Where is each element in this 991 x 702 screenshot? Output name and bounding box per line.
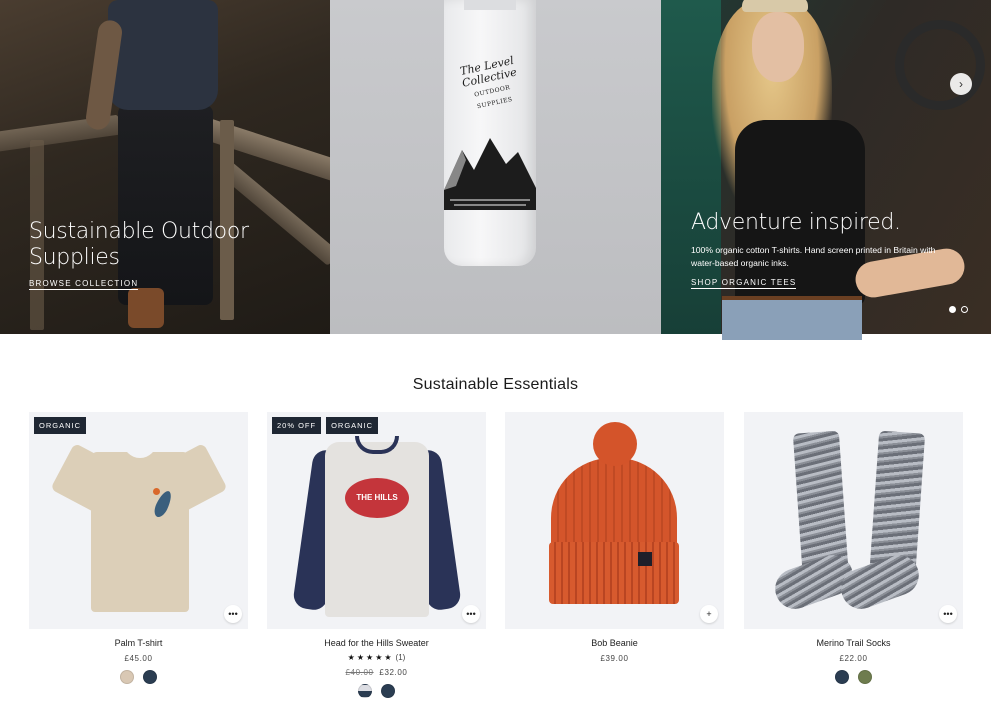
hiker-torso <box>108 0 218 110</box>
product-price: £39.00 <box>505 654 724 663</box>
carousel-next-button[interactable]: › <box>950 73 972 95</box>
price-current: £22.00 <box>839 654 868 663</box>
price-current: £32.00 <box>379 668 408 677</box>
product-name[interactable]: Merino Trail Socks <box>744 638 963 648</box>
product-image-palm-tshirt[interactable]: ORGANIC ••• <box>29 412 248 629</box>
browse-collection-link[interactable]: BROWSE COLLECTION <box>29 279 139 290</box>
price-current: £45.00 <box>124 654 153 663</box>
swatch-navy[interactable] <box>835 670 849 684</box>
badge-group: ORGANIC <box>34 417 87 434</box>
hero-slide-1-title: Sustainable Outdoor Supplies <box>29 219 249 270</box>
add-to-cart-button[interactable]: + <box>700 605 718 623</box>
hero-slide-1-text: Sustainable Outdoor Supplies BROWSE COLL… <box>29 219 259 291</box>
swatch-sand[interactable] <box>120 670 134 684</box>
more-options-button[interactable]: ••• <box>224 605 242 623</box>
sweater-body <box>325 442 429 617</box>
product-image-hills-sweater[interactable]: THE HILLS 20% OFF ORGANIC ••• <box>267 412 486 629</box>
hero-slide-3-title: Adventure inspired. <box>691 210 901 235</box>
product-card: THE HILLS 20% OFF ORGANIC ••• Head for t… <box>267 412 486 698</box>
model-cap <box>742 0 808 12</box>
bottle-cap <box>464 0 516 10</box>
chevron-right-icon: › <box>959 77 963 91</box>
mountain-print-icon <box>444 138 536 210</box>
carousel-pager <box>949 306 968 313</box>
product-rating[interactable]: ★★★★★ (1) <box>267 653 486 662</box>
swatch-navy[interactable] <box>381 684 395 698</box>
star-rating-icon: ★★★★★ <box>347 653 394 662</box>
product-price: £45.00 <box>29 654 248 663</box>
section-title: Sustainable Essentials <box>412 376 579 393</box>
beanie-pompom <box>593 422 637 466</box>
price-original: £40.00 <box>345 668 374 677</box>
rating-count: (1) <box>395 653 406 662</box>
price-current: £39.00 <box>600 654 629 663</box>
hero-slide-3-text: Adventure inspired. 100% organic cotton … <box>691 210 961 290</box>
more-options-button[interactable]: ••• <box>939 605 957 623</box>
sun-print-icon <box>153 488 160 495</box>
product-card: ••• Merino Trail Socks £22.00 <box>744 412 963 684</box>
color-swatches <box>29 670 248 684</box>
carousel-dot-2[interactable] <box>961 306 968 313</box>
shop-organic-tees-link[interactable]: SHOP ORGANIC TEES <box>691 278 797 289</box>
product-card: ORGANIC ••• Palm T-shirt £45.00 <box>29 412 248 684</box>
product-name[interactable]: Palm T-shirt <box>29 638 248 648</box>
swatch-navy[interactable] <box>143 670 157 684</box>
color-swatches <box>744 670 963 684</box>
tshirt-body <box>91 452 189 612</box>
hero-slide-outdoor[interactable]: Sustainable Outdoor Supplies BROWSE COLL… <box>0 0 330 334</box>
product-price: £22.00 <box>744 654 963 663</box>
product-image-bob-beanie[interactable]: + <box>505 412 724 629</box>
beanie-cuff <box>549 542 679 604</box>
swatch-grey-navy[interactable] <box>358 684 372 698</box>
product-card: + Bob Beanie £39.00 <box>505 412 724 663</box>
product-image-merino-socks[interactable]: ••• <box>744 412 963 629</box>
hero-slide-3-description: 100% organic cotton T-shirts. Hand scree… <box>691 245 936 268</box>
hiker-boot <box>128 288 164 328</box>
steering-wheel <box>895 20 985 110</box>
organic-badge: ORGANIC <box>34 417 87 434</box>
product-price: £40.00 £32.00 <box>267 668 486 677</box>
sweater-logo: THE HILLS <box>345 478 409 518</box>
color-swatches <box>267 684 486 698</box>
organic-badge: ORGANIC <box>326 417 379 434</box>
swatch-olive[interactable] <box>858 670 872 684</box>
model-face <box>752 12 804 82</box>
discount-badge: 20% OFF <box>272 417 322 434</box>
badge-group: 20% OFF ORGANIC <box>272 417 379 434</box>
carousel-dot-1[interactable] <box>949 306 956 313</box>
more-options-button[interactable]: ••• <box>462 605 480 623</box>
product-name[interactable]: Head for the Hills Sweater <box>267 638 486 648</box>
model-jeans <box>722 300 862 340</box>
beanie-label <box>638 552 652 566</box>
product-name[interactable]: Bob Beanie <box>505 638 724 648</box>
